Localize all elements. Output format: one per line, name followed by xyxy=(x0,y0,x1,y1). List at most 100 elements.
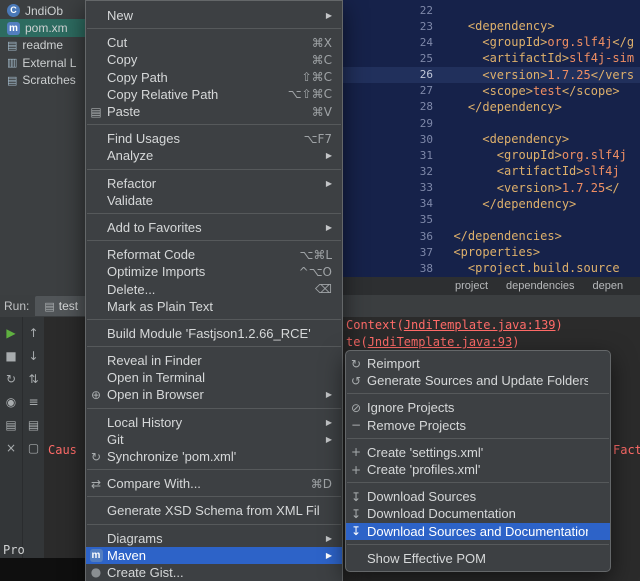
tree-item-readme[interactable]: ▤readme xyxy=(0,37,86,54)
stop-button[interactable]: ■ xyxy=(0,344,22,367)
pom-tab-dependencies[interactable]: dependencies xyxy=(506,280,575,292)
menu-shortcut: ⌥⌘L xyxy=(299,248,332,262)
line-number: 26 xyxy=(343,68,439,81)
stacktrace-link[interactable]: JndiTemplate.java:93 xyxy=(368,335,513,349)
maven-icon: m xyxy=(7,22,20,35)
trash-button[interactable]: ▢ xyxy=(23,436,44,459)
console-stacktrace-line[interactable]: te(JndiTemplate.java:93) xyxy=(346,335,519,349)
menu-item-label: Mark as Plain Text xyxy=(107,299,320,314)
menu-item-git[interactable]: Git▶ xyxy=(86,431,342,448)
code-text: <artifactId>slf4j xyxy=(439,164,620,178)
stacktrace-text: ) xyxy=(512,335,519,349)
printer-button[interactable]: ▤ xyxy=(0,413,22,436)
tree-item-jndiob[interactable]: CJndiOb xyxy=(0,2,86,19)
code-line-27[interactable]: 27 <scope>test</scope> xyxy=(343,83,640,99)
softwrap-button[interactable]: ≡ xyxy=(23,390,44,413)
menu-item-compare-with[interactable]: ⇄Compare With...⌘D xyxy=(86,475,342,492)
menu-item-icon-slot: ▤ xyxy=(88,106,104,118)
clipboard-icon: ▤ xyxy=(90,106,101,118)
menu-item-create-gist[interactable]: ●Create Gist... xyxy=(86,564,342,581)
code-text: </dependencies> xyxy=(439,229,562,243)
menu-item-diagrams[interactable]: Diagrams▶ xyxy=(86,530,342,547)
code-line-29[interactable]: 29 xyxy=(343,115,640,131)
updown-button[interactable]: ⇅ xyxy=(23,367,44,390)
code-line-36[interactable]: 36 </dependencies> xyxy=(343,228,640,244)
pom-tab-project[interactable]: project xyxy=(455,280,488,292)
code-line-23[interactable]: 23 <dependency> xyxy=(343,18,640,34)
code-line-25[interactable]: 25 <artifactId>slf4j-sim xyxy=(343,50,640,66)
pin-button[interactable]: ◉ xyxy=(0,390,22,413)
printer-button[interactable]: ▤ xyxy=(23,413,44,436)
menu-item-add-to-favorites[interactable]: Add to Favorites▶ xyxy=(86,219,342,236)
menu-item-copy-path[interactable]: Copy Path⇧⌘C xyxy=(86,69,342,86)
menu-item-label: Open in Browser xyxy=(107,387,314,402)
menu-item-new[interactable]: New▶ xyxy=(86,7,342,24)
stacktrace-link[interactable]: JndiTemplate.java:139 xyxy=(404,318,556,332)
menu-item-label: Build Module 'Fastjson1.2.66_RCE' xyxy=(107,326,320,341)
menu-item-download-documentation[interactable]: ↧Download Documentation xyxy=(346,505,610,522)
clear-button[interactable]: × xyxy=(0,436,22,459)
code-line-34[interactable]: 34 </dependency> xyxy=(343,196,640,212)
menu-item-create-settings-xml[interactable]: +Create 'settings.xml' xyxy=(346,444,610,461)
menu-item-generate-sources-and-update-folders[interactable]: ↺Generate Sources and Update Folders xyxy=(346,372,610,389)
menu-separator xyxy=(347,544,609,545)
menu-item-refactor[interactable]: Refactor▶ xyxy=(86,175,342,192)
up-button[interactable]: ↑ xyxy=(23,321,44,344)
menu-item-local-history[interactable]: Local History▶ xyxy=(86,414,342,431)
menu-item-icon-slot: ↺ xyxy=(348,375,364,387)
run-tab-test[interactable]: ▤ test xyxy=(35,296,87,316)
menu-item-delete[interactable]: Delete...⌫ xyxy=(86,280,342,297)
console-stacktrace-line[interactable]: Context(JndiTemplate.java:139) xyxy=(346,318,563,332)
line-number: 34 xyxy=(343,197,439,210)
menu-item-show-effective-pom[interactable]: Show Effective POM xyxy=(346,550,610,567)
menu-item-cut[interactable]: Cut⌘X xyxy=(86,34,342,51)
menu-item-open-in-browser[interactable]: ⊕Open in Browser▶ xyxy=(86,386,342,403)
menu-item-paste[interactable]: ▤Paste⌘V xyxy=(86,103,342,120)
menu-item-copy[interactable]: Copy⌘C xyxy=(86,51,342,68)
rerun-button[interactable]: ↻ xyxy=(0,367,22,390)
code-line-32[interactable]: 32 <artifactId>slf4j xyxy=(343,163,640,179)
menu-shortcut: ⌥F7 xyxy=(304,132,332,146)
menu-item-open-in-terminal[interactable]: Open in Terminal xyxy=(86,369,342,386)
menu-item-mark-as-plain-text[interactable]: Mark as Plain Text xyxy=(86,298,342,315)
menu-item-ignore-projects[interactable]: ⊘Ignore Projects xyxy=(346,399,610,416)
code-line-35[interactable]: 35 xyxy=(343,212,640,228)
menu-item-label: Local History xyxy=(107,415,314,430)
code-line-22[interactable]: 22 xyxy=(343,2,640,18)
line-number: 38 xyxy=(343,262,439,275)
class-icon: C xyxy=(7,4,20,17)
menu-item-reveal-in-finder[interactable]: Reveal in Finder xyxy=(86,352,342,369)
menu-separator xyxy=(347,482,609,483)
menu-item-download-sources[interactable]: ↧Download Sources xyxy=(346,488,610,505)
menu-item-maven[interactable]: mMaven▶ xyxy=(86,547,342,564)
pom-tab-depen[interactable]: depen xyxy=(593,280,624,292)
menu-item-synchronize-pom-xml[interactable]: ↻Synchronize 'pom.xml' xyxy=(86,448,342,465)
menu-item-reimport[interactable]: ↻Reimport xyxy=(346,355,610,372)
tree-item-pom-xm[interactable]: mpom.xm xyxy=(0,19,86,36)
menu-item-remove-projects[interactable]: −Remove Projects xyxy=(346,417,610,434)
code-line-38[interactable]: 38 <project.build.source xyxy=(343,260,640,276)
code-line-30[interactable]: 30 <dependency> xyxy=(343,131,640,147)
menu-separator xyxy=(87,169,341,170)
code-line-24[interactable]: 24 <groupId>org.slf4j</g xyxy=(343,34,640,50)
code-line-33[interactable]: 33 <version>1.7.25</ xyxy=(343,180,640,196)
menu-item-analyze[interactable]: Analyze▶ xyxy=(86,147,342,164)
menu-item-generate-xsd-schema-from-xml-file[interactable]: Generate XSD Schema from XML File... xyxy=(86,502,342,519)
play-button[interactable]: ▶ xyxy=(0,321,22,344)
tree-item-external-l[interactable]: ▥External L xyxy=(0,54,86,71)
menu-item-validate[interactable]: Validate xyxy=(86,192,342,209)
menu-item-find-usages[interactable]: Find Usages⌥F7 xyxy=(86,130,342,147)
down-button[interactable]: ↓ xyxy=(23,344,44,367)
menu-item-copy-relative-path[interactable]: Copy Relative Path⌥⇧⌘C xyxy=(86,86,342,103)
code-line-31[interactable]: 31 <groupId>org.slf4j xyxy=(343,147,640,163)
maven-icon: m xyxy=(90,549,103,562)
tree-item-scratches[interactable]: ▤Scratches xyxy=(0,72,86,89)
menu-item-create-profiles-xml[interactable]: +Create 'profiles.xml' xyxy=(346,461,610,478)
menu-item-download-sources-and-documentation[interactable]: ↧Download Sources and Documentation xyxy=(346,523,610,540)
menu-item-build-module-fastjson1-2-66-rce[interactable]: Build Module 'Fastjson1.2.66_RCE' xyxy=(86,325,342,342)
code-line-28[interactable]: 28 </dependency> xyxy=(343,99,640,115)
menu-item-optimize-imports[interactable]: Optimize Imports^⌥O xyxy=(86,263,342,280)
code-line-26[interactable]: 26 <version>1.7.25</vers xyxy=(343,67,640,83)
code-line-37[interactable]: 37 <properties> xyxy=(343,244,640,260)
menu-item-reformat-code[interactable]: Reformat Code⌥⌘L xyxy=(86,246,342,263)
